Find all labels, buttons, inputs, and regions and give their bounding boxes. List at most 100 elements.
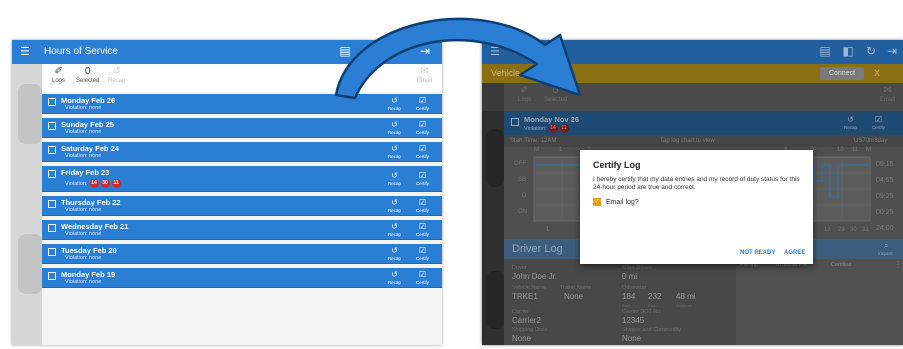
notes-icon[interactable]: ▤ bbox=[817, 43, 833, 59]
row-checkbox[interactable] bbox=[48, 98, 56, 106]
certify-button[interactable]: ☑ Certify bbox=[416, 221, 429, 238]
odometer-distance-caption: Distance bbox=[676, 303, 692, 308]
row-checkbox[interactable] bbox=[511, 118, 519, 126]
close-icon[interactable]: X bbox=[874, 67, 880, 79]
row-checkbox[interactable] bbox=[48, 146, 56, 154]
certify-check-icon: ☑ bbox=[874, 115, 883, 124]
certify-label: Certify bbox=[416, 154, 430, 159]
email-button[interactable]: ✉ Email bbox=[417, 66, 432, 85]
log-row[interactable]: Sunday Feb 25 Violation: none ↺ Recap ☑ Ce… bbox=[42, 118, 442, 138]
history-icon: ↺ bbox=[847, 115, 854, 124]
history-icon: ↺ bbox=[391, 270, 398, 279]
certify-label: Certify bbox=[416, 181, 430, 186]
row-checkbox[interactable] bbox=[48, 122, 56, 130]
recap-button[interactable]: ↺ Recap bbox=[388, 269, 401, 286]
log-row[interactable]: Thursday Feb 22 Violation: none ↺ Recap ☑… bbox=[42, 196, 442, 216]
selected-day-row[interactable]: Monday Nov 26 Violation: 14 11 ↺ Recap ☑ Cer… bbox=[504, 111, 903, 135]
logs-label: Logs bbox=[518, 97, 532, 103]
row-checkbox[interactable] bbox=[48, 200, 56, 208]
email-button[interactable]: ✉ Email bbox=[880, 85, 895, 104]
history-icon: ↺ bbox=[391, 222, 398, 231]
certify-button[interactable]: ☑ Certify bbox=[416, 269, 429, 286]
email-icon: ✉ bbox=[883, 85, 892, 96]
hour-label: 1 bbox=[559, 147, 563, 153]
odometer-end: 232 bbox=[648, 292, 662, 301]
tap-hint: Tap log chart to view bbox=[660, 138, 715, 144]
connect-button[interactable]: Connect bbox=[820, 67, 864, 80]
recap-button[interactable]: ↺ Recap bbox=[388, 95, 401, 112]
row-date: Saturday Feb 24 bbox=[61, 144, 119, 153]
recap-button[interactable]: ↺ Recap bbox=[388, 197, 401, 214]
row-checkbox[interactable] bbox=[48, 224, 56, 232]
log-row[interactable]: Saturday Feb 24 Violation: none ↺ Recap ☑… bbox=[42, 142, 442, 162]
recap-label: Recap bbox=[388, 181, 402, 186]
certify-button[interactable]: ☑ Certify bbox=[416, 95, 429, 112]
recap-button[interactable]: ↺ Recap bbox=[844, 115, 857, 131]
logs-button[interactable]: ✐ Logs bbox=[518, 85, 531, 104]
odometer-start-caption: Start bbox=[622, 303, 631, 308]
row-violation-label: Violation: bbox=[524, 125, 547, 132]
dialog-message: I hereby certify that my data entries an… bbox=[593, 176, 800, 191]
total-label: 09:25 bbox=[876, 193, 894, 200]
hamburger-icon[interactable]: ☰ bbox=[490, 45, 500, 59]
recap-all-button[interactable]: ↺ Recap bbox=[108, 66, 125, 85]
email-log-checkbox[interactable]: ✓ bbox=[593, 198, 601, 206]
shipping-value: None bbox=[512, 334, 532, 343]
log-row[interactable]: Tuesday Feb 20 Violation: none ↺ Recap ☑ C… bbox=[42, 244, 442, 264]
app-title: Hours of S bbox=[514, 46, 562, 57]
log-row[interactable]: Friday Feb 23 Violation: 14 30 11 ↺ Recap ☑ C… bbox=[42, 166, 442, 192]
log-row[interactable]: Monday Feb 26 Violation: none ↺ Recap ☑ Ce… bbox=[42, 94, 442, 114]
row-checkbox[interactable] bbox=[48, 170, 56, 178]
app-bar: ☰ Hours of S ▤ ◧ ↻ ⇥ bbox=[482, 40, 903, 64]
recap-button[interactable]: ↺ Recap bbox=[388, 143, 401, 160]
agree-button[interactable]: AGREE bbox=[784, 249, 805, 257]
certify-check-icon: ☑ bbox=[418, 222, 427, 231]
row-checkbox[interactable] bbox=[48, 248, 56, 256]
certify-check-icon: ☑ bbox=[418, 246, 427, 255]
recap-button[interactable]: ↺ Recap bbox=[388, 245, 401, 262]
pen-icon: ✐ bbox=[54, 66, 63, 77]
device-icon[interactable]: ◧ bbox=[363, 43, 379, 59]
certify-button[interactable]: ☑ Certify bbox=[416, 170, 429, 187]
more-vert-icon[interactable]: ⋮ bbox=[894, 259, 902, 271]
row-checkbox[interactable] bbox=[48, 272, 56, 280]
not-ready-button[interactable]: NOT READY bbox=[740, 249, 775, 257]
trailer-value: None bbox=[564, 292, 584, 301]
row-date: Sunday Feb 25 bbox=[61, 120, 114, 129]
logout-icon[interactable]: ⇥ bbox=[884, 43, 900, 59]
logout-icon[interactable]: ⇥ bbox=[417, 43, 433, 59]
recap-label: Recap bbox=[388, 232, 402, 237]
certify-label: Certify bbox=[416, 280, 430, 285]
log-row[interactable]: Monday Feb 19 Violation: none ↺ Recap ☑ Ce… bbox=[42, 268, 442, 288]
status-label: ON bbox=[518, 209, 527, 215]
side-panel-shape bbox=[486, 271, 504, 329]
history-icon: ↺ bbox=[391, 171, 398, 180]
row-violation: Violation: none bbox=[65, 129, 102, 135]
hamburger-icon[interactable]: ☰ bbox=[20, 45, 30, 59]
sync-icon[interactable]: ↻ bbox=[389, 43, 405, 59]
certify-button[interactable]: ☑ Certify bbox=[416, 245, 429, 262]
row-date: Tuesday Feb 20 bbox=[61, 246, 117, 255]
logs-button[interactable]: ✐ Logs bbox=[52, 66, 65, 85]
carrier-value: Carrier2 bbox=[512, 316, 541, 325]
sync-icon[interactable]: ↻ bbox=[863, 43, 879, 59]
recap-label: Recap bbox=[108, 78, 126, 84]
notes-icon[interactable]: ▤ bbox=[337, 43, 353, 59]
driver-value: John Doe Jr. bbox=[512, 272, 557, 281]
recap-button[interactable]: ↺ Recap bbox=[388, 170, 401, 187]
inspect-label: Inspect bbox=[878, 251, 893, 256]
log-row[interactable]: Wednesday Feb 21 Violation: none ↺ Recap … bbox=[42, 220, 442, 240]
recap-label: Recap bbox=[388, 256, 402, 261]
certify-button[interactable]: ☑ Certify bbox=[416, 143, 429, 160]
recap-button[interactable]: ↺ Recap bbox=[388, 119, 401, 136]
certify-button[interactable]: ☑ Certify bbox=[416, 119, 429, 136]
dot-value: 12345 bbox=[622, 316, 645, 325]
recap-button[interactable]: ↺ Recap bbox=[388, 221, 401, 238]
recap-label: Recap bbox=[388, 208, 402, 213]
search-icon[interactable]: ⌕ bbox=[884, 241, 888, 251]
history-icon: ↺ bbox=[391, 96, 398, 105]
device-icon[interactable]: ◧ bbox=[840, 43, 856, 59]
certify-button[interactable]: ☑ Certify bbox=[872, 115, 885, 131]
banner-text: Vehicle disconn bbox=[491, 68, 554, 78]
certify-button[interactable]: ☑ Certify bbox=[416, 197, 429, 214]
